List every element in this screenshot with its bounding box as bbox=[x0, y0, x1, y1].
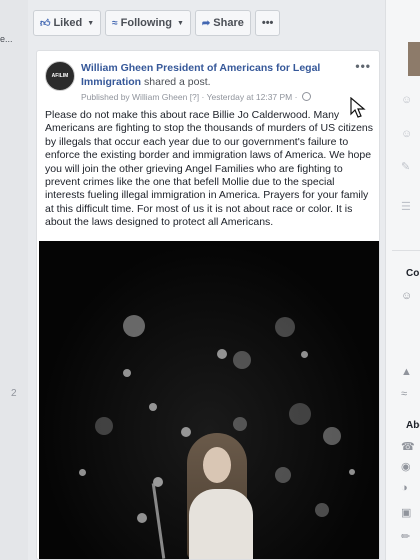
bokeh-light bbox=[233, 351, 251, 369]
post-header: William Gheen President of Americans for… bbox=[81, 61, 351, 89]
bokeh-light bbox=[79, 469, 86, 476]
bokeh-light bbox=[315, 503, 329, 517]
bokeh-light bbox=[323, 427, 341, 445]
profile-thumbnail[interactable] bbox=[408, 42, 420, 76]
people-icon[interactable]: ☺ bbox=[401, 128, 413, 140]
caret-down-icon: ▼ bbox=[176, 19, 184, 27]
share-arrow-icon: ➦ bbox=[201, 17, 211, 29]
post-meta: Published by William Gheen [?] · Yesterd… bbox=[81, 92, 371, 102]
page-action-bar: 👍︎ Liked ▼ ≈ Following ▼ ➦ Share ••• bbox=[33, 10, 281, 36]
post-photo[interactable] bbox=[39, 241, 379, 559]
caret-down-icon: ▼ bbox=[87, 19, 95, 27]
bokeh-light bbox=[233, 417, 247, 431]
bokeh-light bbox=[137, 513, 147, 523]
globe-icon bbox=[301, 92, 311, 101]
people-icon[interactable]: ☺ bbox=[401, 94, 413, 106]
bokeh-light bbox=[123, 315, 145, 337]
list-icon[interactable]: ☰ bbox=[401, 200, 413, 213]
bokeh-light bbox=[289, 403, 311, 425]
left-sidebar-fragment: e... bbox=[0, 34, 13, 44]
microphone-stand bbox=[151, 483, 166, 559]
pencil-icon[interactable]: ✏ bbox=[401, 530, 413, 543]
meta-separator-2: · bbox=[294, 92, 298, 102]
post-body: Please do not make this about race Billi… bbox=[45, 109, 373, 229]
thumbs-up-icon[interactable]: ▲ bbox=[401, 366, 413, 378]
share-label: Share bbox=[213, 17, 244, 29]
bokeh-light bbox=[123, 369, 131, 377]
rss-icon[interactable]: ≈ bbox=[401, 388, 413, 400]
post-more-button[interactable]: ••• bbox=[355, 59, 371, 73]
bokeh-light bbox=[149, 403, 157, 411]
sidebar-section-about: Abo bbox=[406, 420, 420, 431]
bokeh-light bbox=[275, 317, 295, 337]
following-label: Following bbox=[120, 17, 172, 29]
share-button[interactable]: ➦ Share bbox=[194, 10, 251, 36]
bokeh-light bbox=[301, 351, 308, 358]
speaker-body bbox=[189, 489, 253, 559]
rss-icon: ≈ bbox=[112, 17, 118, 29]
avatar-text: AFILIM bbox=[51, 73, 69, 79]
post-action-text: shared a post. bbox=[144, 76, 211, 88]
left-sidebar-number: 2 bbox=[11, 388, 17, 399]
avatar[interactable]: AFILIM bbox=[45, 61, 75, 91]
card-icon[interactable]: ▣ bbox=[401, 506, 413, 519]
liked-button[interactable]: 👍︎ Liked ▼ bbox=[33, 10, 102, 36]
mouse-cursor-icon bbox=[350, 97, 366, 118]
post-timestamp[interactable]: Yesterday at 12:37 PM bbox=[207, 92, 293, 102]
published-by[interactable]: Published by William Gheen bbox=[81, 92, 187, 102]
bokeh-light bbox=[181, 427, 191, 437]
sidebar-divider bbox=[392, 250, 420, 251]
chat-icon[interactable]: ✎ bbox=[401, 160, 413, 173]
bokeh-light bbox=[349, 469, 355, 475]
right-sidebar: ☺ ☺ ✎ ☰ Co ☺ ▲ ≈ Abo ☎ ◉ ◑ ▣ ✏ bbox=[385, 0, 420, 560]
phone-icon[interactable]: ☎ bbox=[401, 440, 415, 453]
liked-label: Liked bbox=[53, 17, 83, 29]
bokeh-light bbox=[275, 467, 291, 483]
sidebar-section-community: Co bbox=[406, 268, 420, 279]
left-sidebar: e... 2 bbox=[0, 0, 28, 560]
microphone bbox=[153, 477, 163, 487]
following-button[interactable]: ≈ Following ▼ bbox=[105, 10, 191, 36]
people-icon[interactable]: ☺ bbox=[401, 290, 413, 302]
meta-separator: · bbox=[201, 92, 205, 102]
bokeh-light bbox=[95, 417, 113, 435]
thumbs-up-icon: 👍︎ bbox=[40, 18, 51, 29]
help-link[interactable]: [?] bbox=[190, 92, 199, 102]
post-card: AFILIM William Gheen President of Americ… bbox=[36, 50, 380, 560]
more-label: ••• bbox=[261, 17, 274, 29]
speaker-face bbox=[203, 447, 231, 483]
more-options-button[interactable]: ••• bbox=[254, 10, 281, 36]
messenger-icon[interactable]: ◉ bbox=[401, 460, 413, 473]
bokeh-light bbox=[217, 349, 227, 359]
globe-icon[interactable]: ◑ bbox=[401, 482, 413, 494]
